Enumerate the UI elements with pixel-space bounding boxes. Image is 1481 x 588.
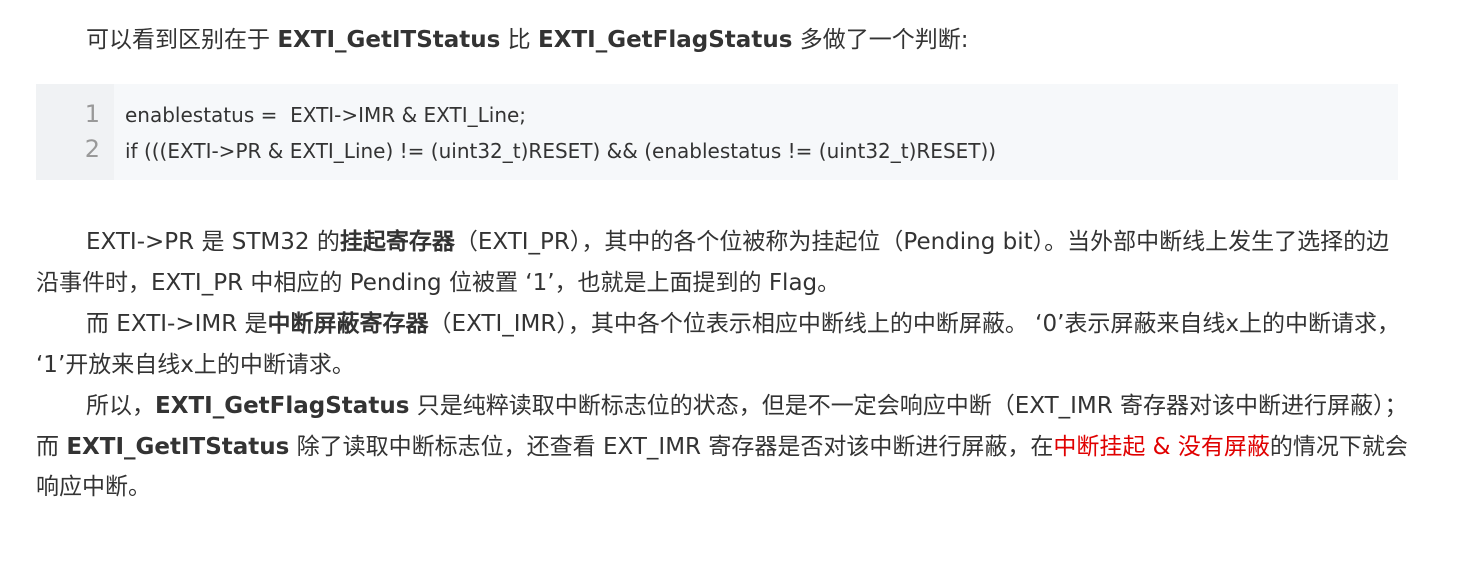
code-block: 1 2 enablestatus = EXTI->IMR & EXTI_Line… [36, 84, 1398, 180]
code-line: enablestatus = EXTI->IMR & EXTI_Line; [125, 103, 527, 127]
p3-bold-getflagstatus: EXTI_GetFlagStatus [155, 393, 410, 419]
p3-bold-getitstatus: EXTI_GetITStatus [66, 433, 290, 460]
p3-red-highlight: 中断挂起 & 没有屏蔽 [1053, 433, 1270, 460]
conclusion-paragraph: 所以，EXTI_GetFlagStatus 只是纯粹读取中断标志位的状态，但是不… [36, 386, 1411, 508]
intro-text-1: 可以看到区别在于 [86, 27, 278, 53]
imr-register-paragraph: 而 EXTI->IMR 是中断屏蔽寄存器（EXTI_IMR），其中各个位表示相应… [36, 304, 1411, 385]
intro-bold-getitstatus: EXTI_GetITStatus [277, 27, 501, 53]
p1-text-1: EXTI->PR 是 STM32 的 [86, 229, 340, 255]
p1-bold-pending-register: 挂起寄存器 [339, 229, 455, 255]
line-number-gutter: 1 2 [36, 84, 114, 180]
p3-text-3: 除了读取中断标志位，还查看 EXT_IMR 寄存器是否对该中断进行屏蔽，在 [289, 433, 1054, 460]
p2-text-1: 而 EXTI->IMR 是 [86, 311, 268, 337]
intro-text-2: 比 [500, 27, 538, 53]
intro-paragraph: 可以看到区别在于 EXTI_GetITStatus 比 EXTI_GetFlag… [36, 20, 1411, 61]
intro-bold-getflagstatus: EXTI_GetFlagStatus [538, 27, 793, 53]
line-number: 1 [84, 100, 100, 128]
p2-bold-mask-register: 中断屏蔽寄存器 [267, 311, 429, 337]
pr-register-paragraph: EXTI->PR 是 STM32 的挂起寄存器（EXTI_PR），其中的各个位被… [36, 222, 1411, 303]
code-line: if (((EXTI->PR & EXTI_Line) != (uint32_t… [125, 139, 997, 163]
p3-text-1: 所以， [86, 393, 155, 419]
intro-text-3: 多做了一个判断: [792, 27, 969, 53]
line-number: 2 [84, 135, 100, 163]
